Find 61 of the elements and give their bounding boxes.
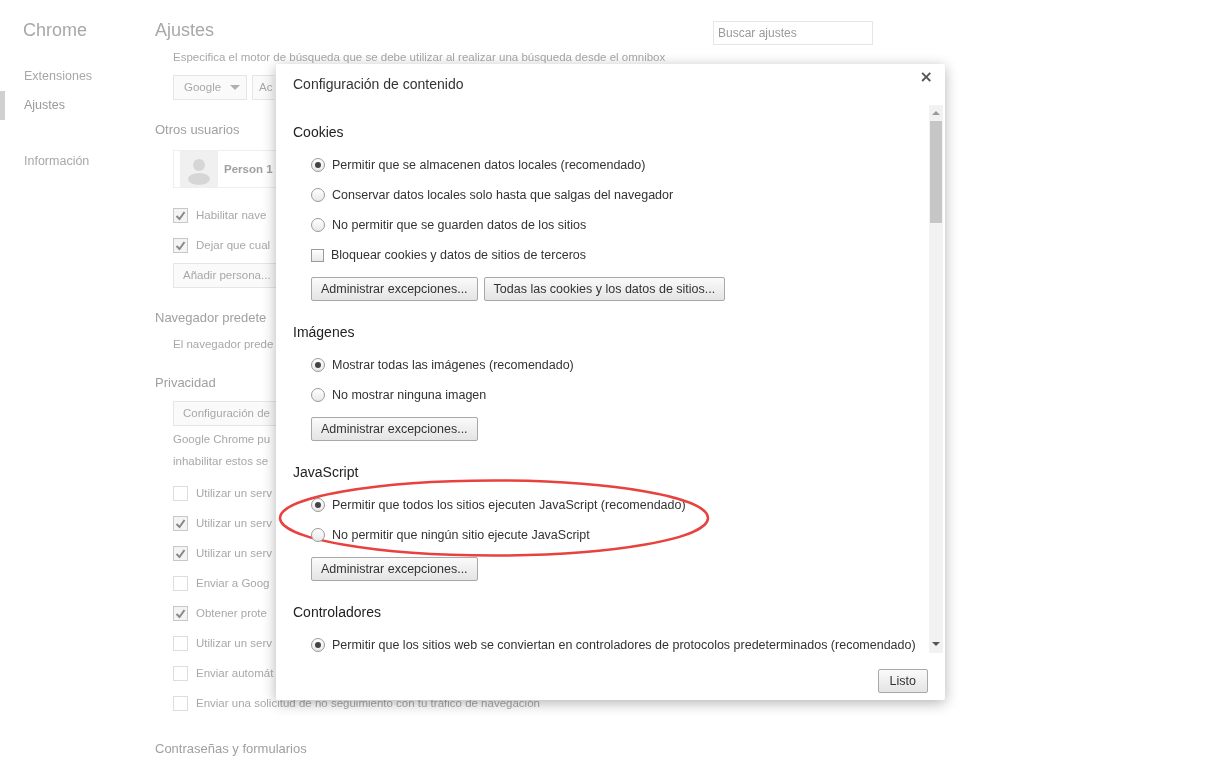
radio-button[interactable] xyxy=(311,498,325,512)
section-title: Imágenes xyxy=(293,323,356,342)
checkbox-label: Utilizar un serv xyxy=(196,547,273,559)
dialog-button[interactable]: Administrar excepciones... xyxy=(311,557,478,581)
checkbox-label: Enviar automát xyxy=(196,667,274,679)
description-text: Especifica el motor de búsqueda que se debe utilizar al realizar una búsqueda desde el omnibox xyxy=(172,50,666,65)
checkbox[interactable] xyxy=(173,545,188,561)
checkbox-label: Habilitar nave xyxy=(196,209,267,221)
section-title: Cookies xyxy=(293,123,345,142)
description-text: inhabilitar estos se xyxy=(172,454,269,469)
description-text: Google Chrome pu xyxy=(172,432,271,447)
option-label: Mostrar todas las imágenes (recomendado) xyxy=(332,358,574,372)
search-field[interactable]: Buscar ajustes xyxy=(713,21,873,45)
option-label: No permitir que se guarden datos de los sitios xyxy=(332,218,587,232)
engine-dropdown[interactable]: Google xyxy=(173,74,247,100)
option-label: No permitir que ningún sitio ejecute JavaScript xyxy=(332,528,590,542)
checkbox[interactable] xyxy=(173,207,188,223)
checkbox-label: Utilizar un serv xyxy=(196,517,273,529)
option-label: Permitir que los sitios web se conviertan en controladores de protocolos predeterminados (recomendado) xyxy=(332,638,916,652)
done-button[interactable]: Listo xyxy=(877,668,928,693)
checkbox-label: Utilizar un serv xyxy=(196,637,273,649)
checkbox-label: Obtener prote xyxy=(196,607,267,619)
radio-button[interactable] xyxy=(311,358,325,372)
radio-button[interactable] xyxy=(311,638,325,652)
checkbox[interactable] xyxy=(173,605,188,621)
sidebar-item[interactable]: Extensiones xyxy=(0,62,155,91)
option-label: No mostrar ninguna imagen xyxy=(332,388,487,402)
section-heading: Otros usuarios xyxy=(155,121,240,139)
section-title: JavaScript xyxy=(293,463,360,482)
dialog-button[interactable]: Todas las cookies y los datos de sitios... xyxy=(483,277,726,301)
manage-button[interactable]: Ac xyxy=(252,74,275,100)
checkbox[interactable] xyxy=(311,248,324,262)
option-label: Conservar datos locales solo hasta que salgas del navegador xyxy=(332,188,674,202)
radio-button[interactable] xyxy=(311,528,325,542)
scrollbar[interactable] xyxy=(929,105,943,653)
page-title: Ajustes xyxy=(155,20,215,41)
avatar-icon xyxy=(180,151,218,187)
checkbox[interactable] xyxy=(173,237,188,253)
dialog-title: Configuración de contenido xyxy=(293,76,464,92)
sidebar-item[interactable]: Información xyxy=(0,147,155,176)
radio-button[interactable] xyxy=(311,218,325,232)
radio-button[interactable] xyxy=(311,158,325,172)
option-label: Permitir que todos los sitios ejecuten JavaScript (recomendado) xyxy=(332,498,686,512)
section-heading: Privacidad xyxy=(155,374,216,392)
app-title: Chrome xyxy=(22,20,89,42)
description-text: El navegador prede xyxy=(172,337,274,352)
option-label: Bloquear cookies y datos de sitios de terceros xyxy=(331,248,586,262)
radio-button[interactable] xyxy=(311,388,325,402)
section-heading: Contraseñas y formularios xyxy=(155,740,307,758)
dialog-button[interactable]: Administrar excepciones... xyxy=(311,417,478,441)
checkbox[interactable] xyxy=(173,515,188,531)
radio-button[interactable] xyxy=(311,188,325,202)
dialog-button[interactable]: Administrar excepciones... xyxy=(311,277,478,301)
checkbox-label: Enviar a Goog xyxy=(196,577,270,589)
section-heading: Navegador predete xyxy=(155,309,267,327)
section-title: Controladores xyxy=(293,603,382,622)
close-button[interactable]: × xyxy=(917,67,935,86)
checkbox-label: Dejar que cual xyxy=(196,239,271,251)
sidebar-item[interactable]: Ajustes xyxy=(0,91,155,120)
option-label: Permitir que se almacenen datos locales (recomendado) xyxy=(332,158,646,172)
checkbox-label: Utilizar un serv xyxy=(196,487,273,499)
